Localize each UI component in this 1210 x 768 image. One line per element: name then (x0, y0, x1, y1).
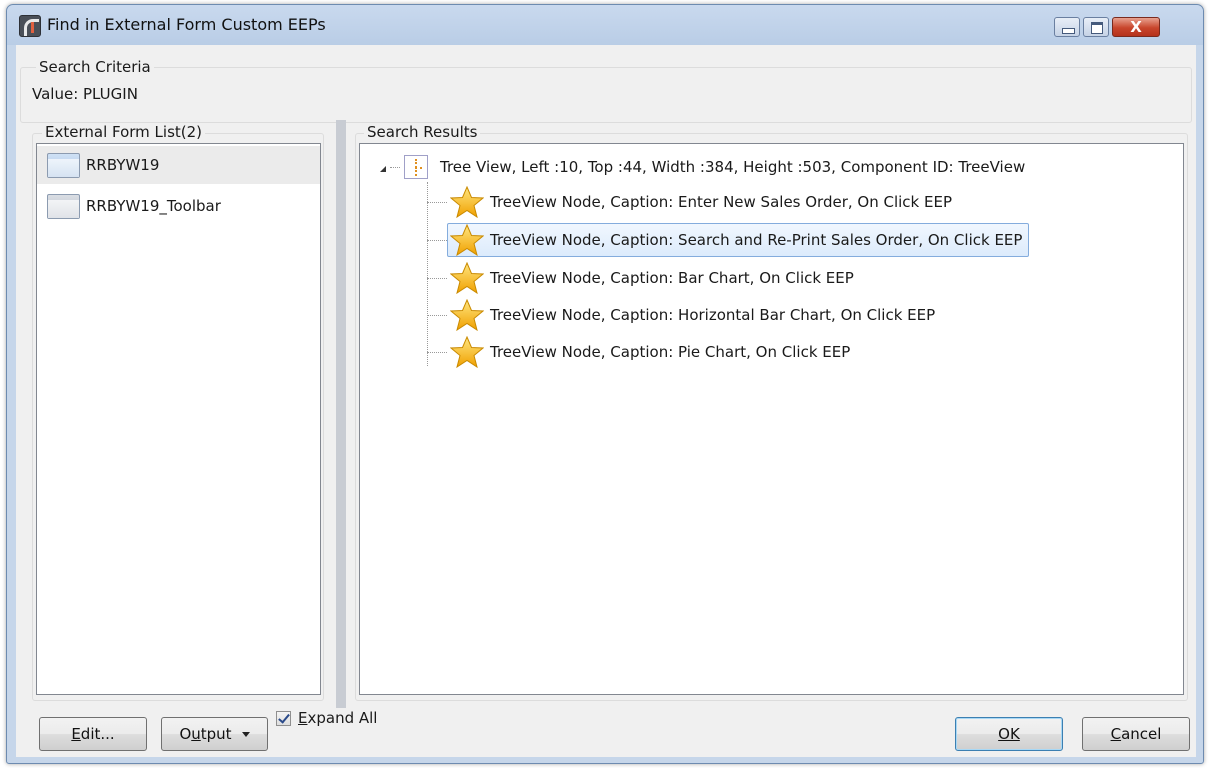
dialog-window: Find in External Form Custom EEPs X Sear… (6, 4, 1204, 764)
minimize-button[interactable] (1054, 17, 1080, 37)
expand-all-label: xpand All (307, 709, 378, 727)
star-icon (450, 336, 484, 368)
title-bar[interactable]: Find in External Form Custom EEPs X (7, 5, 1203, 45)
close-button[interactable]: X (1112, 17, 1160, 37)
star-icon (450, 224, 484, 256)
search-value-text: Value: PLUGIN (32, 85, 138, 103)
cancel-button-label: ancel (1121, 725, 1162, 743)
expand-all-accel: E (298, 709, 308, 727)
tree-node[interactable]: TreeView Node, Caption: Horizontal Bar C… (427, 298, 942, 332)
external-form-list-legend: External Form List(2) (42, 123, 206, 141)
star-icon (450, 299, 484, 331)
external-form-list[interactable]: RRBYW19 RRBYW19_Toolbar (36, 143, 321, 695)
tree-node-label: TreeView Node, Caption: Horizontal Bar C… (490, 306, 936, 324)
output-button-label-start: O (179, 725, 192, 743)
tree-node-content[interactable]: TreeView Node, Caption: Pie Chart, On Cl… (447, 335, 857, 369)
tree-node-content[interactable]: TreeView Node, Caption: Horizontal Bar C… (447, 298, 942, 332)
list-item-label: RRBYW19 (86, 156, 160, 174)
search-results-tree[interactable]: Tree View, Left :10, Top :44, Width :384… (359, 143, 1184, 695)
tree-node-content[interactable]: TreeView Node, Caption: Enter New Sales … (447, 185, 959, 219)
tree-connector (427, 351, 447, 353)
tree-root-node[interactable]: Tree View, Left :10, Top :44, Width :384… (380, 152, 1025, 182)
checkbox-checked-icon[interactable] (276, 710, 291, 726)
search-results-legend: Search Results (364, 123, 481, 141)
tree-connector (427, 314, 447, 316)
tree-node[interactable]: TreeView Node, Caption: Search and Re-Pr… (427, 223, 1030, 257)
form-icon (47, 152, 80, 178)
tree-node[interactable]: TreeView Node, Caption: Enter New Sales … (427, 185, 959, 219)
treeview-icon (404, 155, 428, 179)
cancel-button-accel: C (1110, 725, 1122, 743)
tree-node-label: TreeView Node, Caption: Enter New Sales … (490, 193, 953, 211)
dialog-client-area: Search Criteria Value: PLUGIN External F… (16, 45, 1196, 757)
cancel-button[interactable]: Cancel (1082, 717, 1190, 751)
output-button-label: tput (200, 725, 232, 743)
tree-connector (390, 166, 400, 168)
output-dropdown-button[interactable]: Ou tput (161, 717, 268, 751)
expand-all-checkbox[interactable]: Expand All (276, 704, 377, 732)
tree-connector (427, 239, 447, 241)
ok-button[interactable]: OK (955, 717, 1063, 751)
tree-node-label: TreeView Node, Caption: Bar Chart, On Cl… (490, 269, 854, 287)
search-criteria-legend: Search Criteria (36, 58, 154, 76)
form-toolbar-icon (47, 193, 80, 219)
search-criteria-group (20, 67, 1192, 123)
window-title: Find in External Form Custom EEPs (47, 15, 326, 34)
tree-node-content[interactable]: TreeView Node, Caption: Bar Chart, On Cl… (447, 261, 861, 295)
tree-node-content[interactable]: TreeView Node, Caption: Search and Re-Pr… (447, 223, 1030, 257)
edit-button[interactable]: Edit... (39, 717, 147, 751)
list-item[interactable]: RRBYW19_Toolbar (37, 187, 320, 225)
splitter-handle[interactable] (336, 120, 346, 708)
tree-connector (427, 201, 447, 203)
tree-connector (427, 277, 447, 279)
tree-root-label: Tree View, Left :10, Top :44, Width :384… (440, 158, 1026, 176)
edit-button-accel: E (71, 725, 81, 743)
tree-node-label: TreeView Node, Caption: Pie Chart, On Cl… (490, 343, 851, 361)
list-item[interactable]: RRBYW19 (37, 146, 320, 184)
ok-button-label: OK (998, 725, 1020, 743)
collapse-arrow-icon[interactable] (380, 166, 386, 172)
list-item-label: RRBYW19_Toolbar (86, 197, 221, 215)
tree-node[interactable]: TreeView Node, Caption: Pie Chart, On Cl… (427, 335, 857, 369)
star-icon (450, 262, 484, 294)
output-button-accel: u (191, 725, 201, 743)
maximize-button[interactable] (1083, 17, 1109, 37)
edit-button-label: dit... (80, 725, 115, 743)
tree-node-label: TreeView Node, Caption: Search and Re-Pr… (490, 231, 1023, 249)
star-icon (450, 186, 484, 218)
chevron-down-icon (241, 731, 250, 737)
app-logo-icon (19, 15, 41, 37)
tree-node[interactable]: TreeView Node, Caption: Bar Chart, On Cl… (427, 261, 861, 295)
